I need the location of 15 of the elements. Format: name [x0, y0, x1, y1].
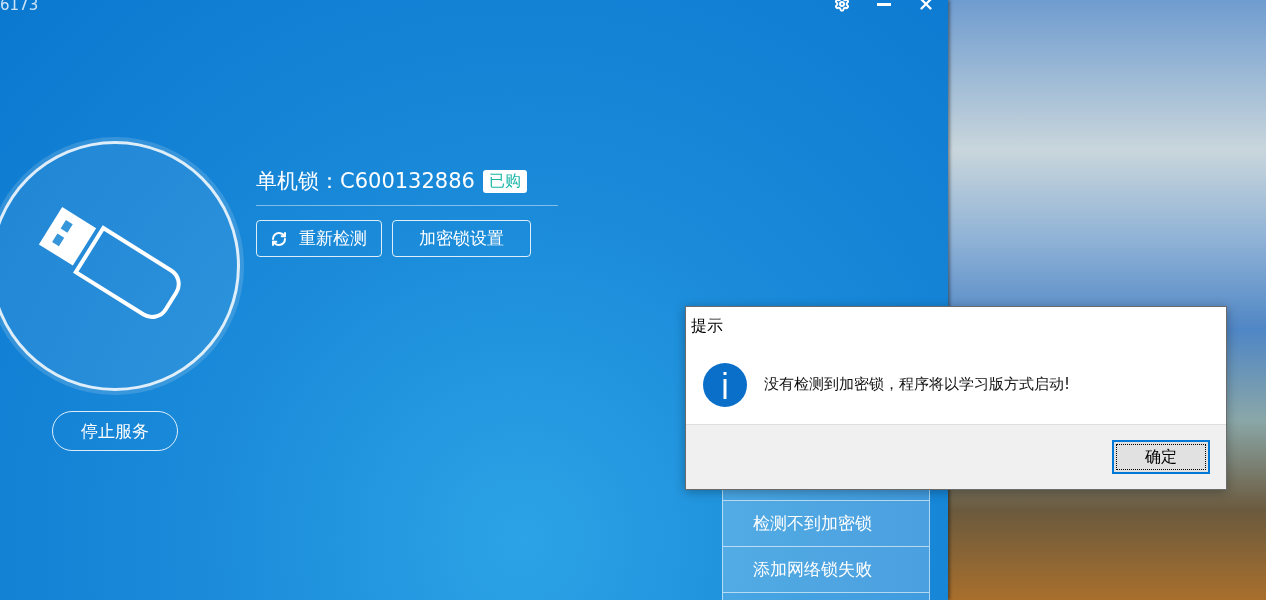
ok-button[interactable]: 确定 [1112, 440, 1210, 474]
lock-id-label: 单机锁：C600132886 [256, 168, 475, 195]
settings-button[interactable] [832, 0, 852, 13]
dialog-message: 没有检测到加密锁，程序将以学习版方式启动! [764, 375, 1070, 394]
menu-item[interactable]: 检测不到加密锁 [723, 500, 929, 546]
refresh-icon [271, 230, 287, 247]
lock-settings-button[interactable]: 加密锁设置 [392, 220, 531, 257]
redetect-button[interactable]: 重新检测 [256, 220, 382, 257]
settings-icon [834, 0, 850, 12]
info-icon [702, 361, 748, 408]
menu-item[interactable]: 添加网络锁失败 [723, 546, 929, 592]
purchased-tag: 已购 [482, 169, 527, 193]
minimize-icon [877, 2, 891, 6]
close-icon [917, 0, 935, 13]
dialog-title: 提示 [690, 314, 724, 337]
